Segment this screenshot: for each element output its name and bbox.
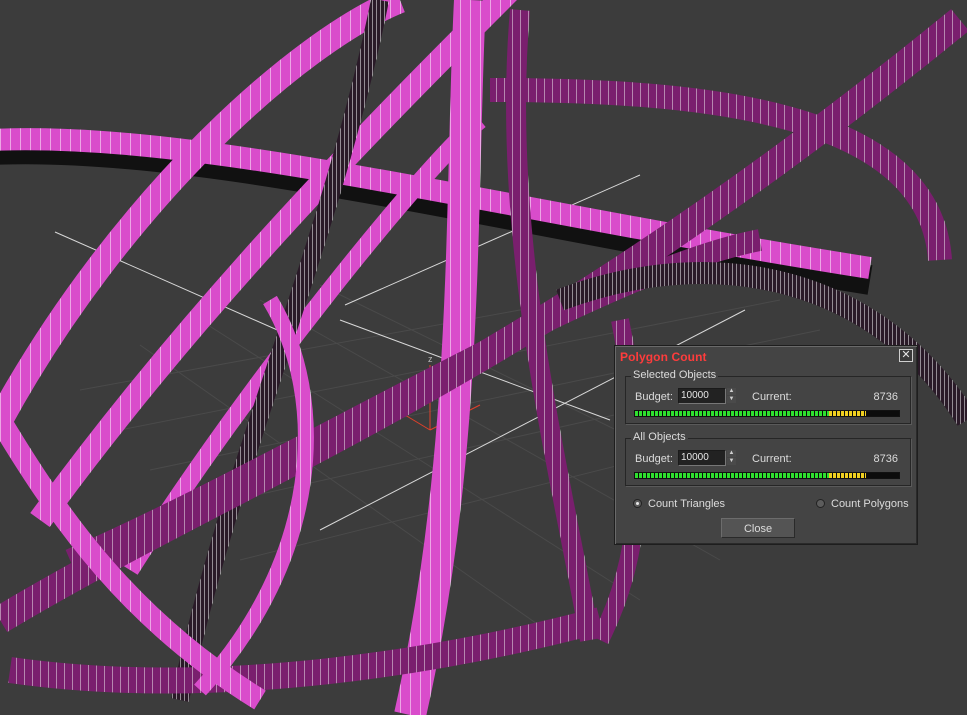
- all-objects-label: All Objects: [631, 431, 688, 443]
- all-budget-spinner[interactable]: ▲ ▼: [727, 450, 736, 466]
- meter-green-fill: [635, 473, 829, 478]
- dialog-title: Polygon Count: [620, 350, 707, 364]
- spinner-up-icon[interactable]: ▲: [727, 388, 736, 395]
- all-current-label: Current:: [752, 453, 792, 465]
- count-triangles-label[interactable]: Count Triangles: [648, 498, 725, 510]
- all-budget-label: Budget:: [635, 453, 673, 465]
- polygon-count-dialog: Polygon Count ✕ Selected Objects Budget:…: [614, 345, 918, 545]
- axis-z-label: z: [428, 354, 433, 364]
- meter-yellow-fill: [829, 411, 866, 416]
- all-objects-group: All Objects Budget: 10000 ▲ ▼ Current: 8…: [625, 431, 911, 486]
- dialog-title-bar[interactable]: Polygon Count ✕: [617, 348, 915, 366]
- selected-budget-input[interactable]: 10000: [678, 388, 726, 404]
- selected-current-label: Current:: [752, 391, 792, 403]
- selected-budget-spinner[interactable]: ▲ ▼: [727, 388, 736, 404]
- meter-green-fill: [635, 411, 829, 416]
- count-polygons-radio[interactable]: [816, 499, 825, 508]
- selected-budget-label: Budget:: [635, 391, 673, 403]
- selected-objects-label: Selected Objects: [631, 369, 719, 381]
- meter-yellow-fill: [829, 473, 866, 478]
- spinner-down-icon[interactable]: ▼: [727, 458, 736, 465]
- spinner-up-icon[interactable]: ▲: [727, 450, 736, 457]
- spinner-down-icon[interactable]: ▼: [727, 396, 736, 403]
- count-triangles-radio[interactable]: [633, 499, 642, 508]
- close-button[interactable]: Close: [721, 518, 795, 538]
- all-budget-input[interactable]: 10000: [678, 450, 726, 466]
- selected-objects-group: Selected Objects Budget: 10000 ▲ ▼ Curre…: [625, 369, 911, 424]
- selected-current-value: 8736: [873, 391, 898, 403]
- all-current-value: 8736: [873, 453, 898, 465]
- close-icon[interactable]: ✕: [899, 349, 913, 362]
- selected-budget-meter: [634, 410, 900, 417]
- all-budget-meter: [634, 472, 900, 479]
- count-polygons-label[interactable]: Count Polygons: [831, 498, 909, 510]
